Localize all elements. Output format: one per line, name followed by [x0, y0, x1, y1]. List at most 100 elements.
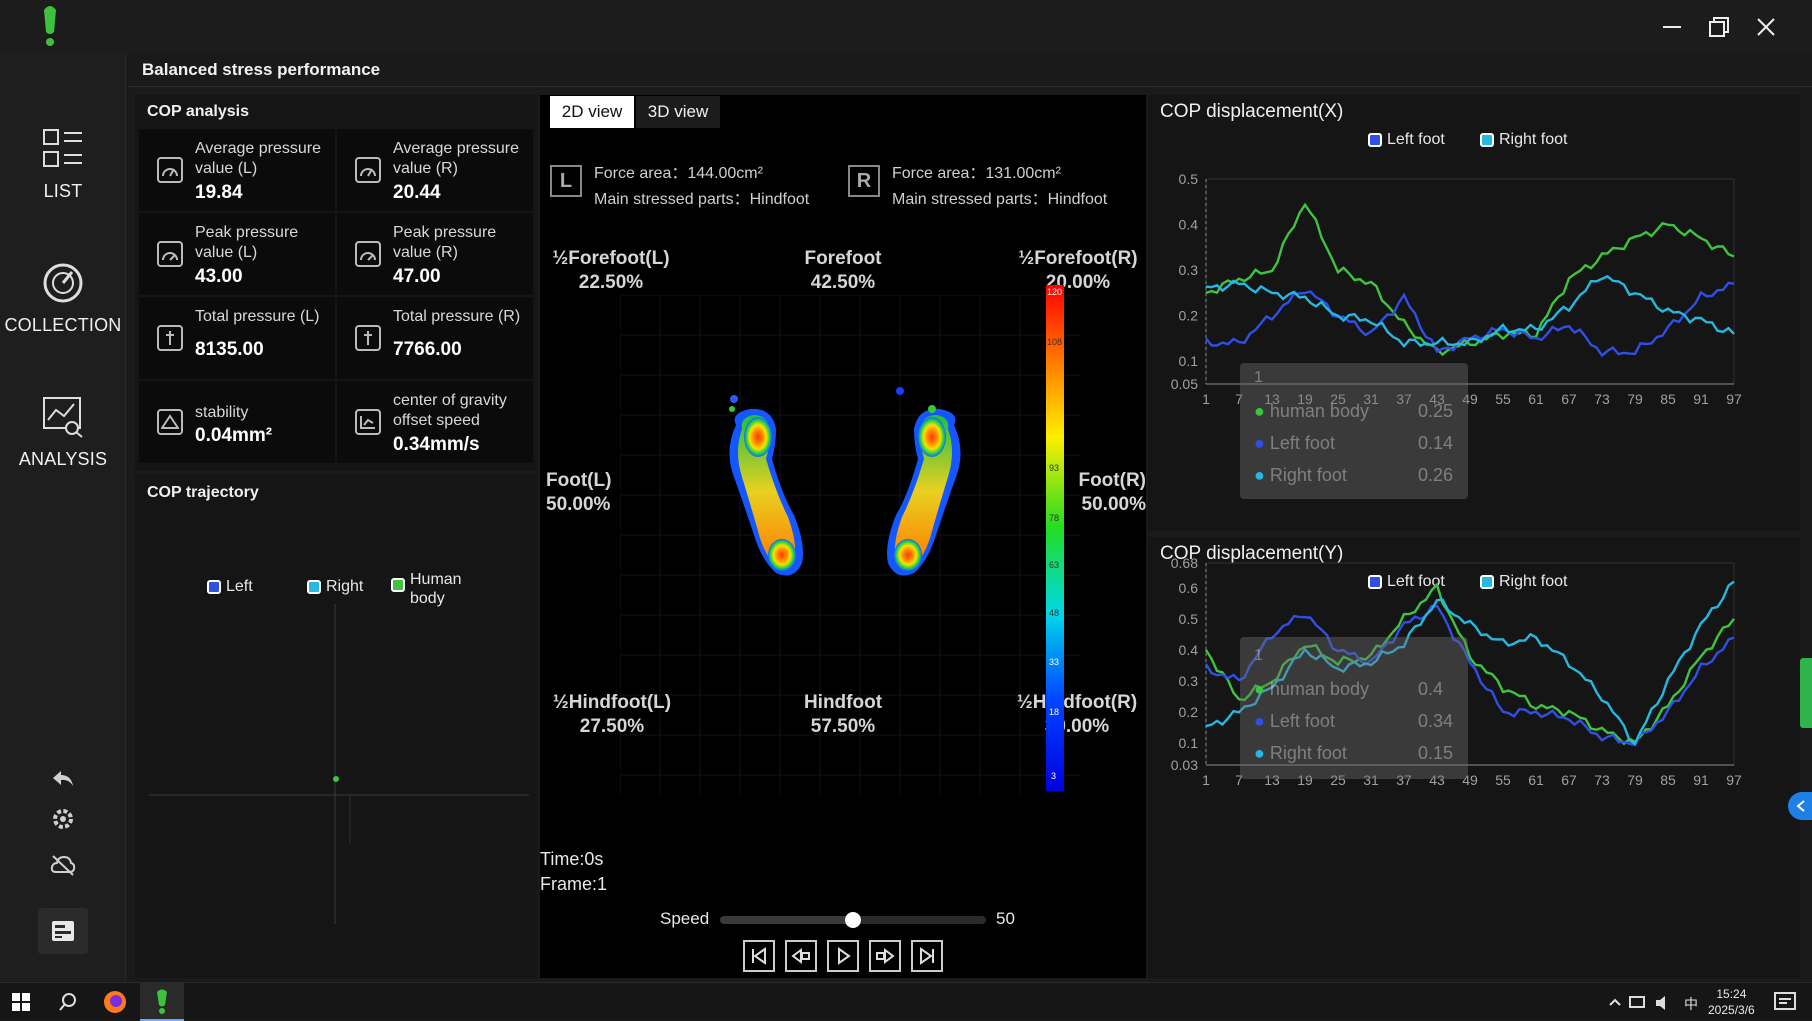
left-force-area: Force area：144.00cm²	[594, 165, 763, 182]
tooltip-row-value: 0.4	[1418, 679, 1444, 699]
metric-avg-pressure-r: Average pressure value (R) 20.44	[337, 129, 533, 211]
notification-icon[interactable]	[1774, 992, 1796, 1017]
tab-3d-view[interactable]: 3D view	[636, 96, 720, 128]
metric-value: 43.00	[195, 266, 243, 287]
tooltip-row-name: Left foot	[1269, 433, 1335, 453]
taskbar-app-button[interactable]	[140, 983, 184, 1021]
skip-to-end-button[interactable]	[911, 940, 943, 972]
windows-start-icon[interactable]	[12, 993, 30, 1016]
y-tick-label: 0.5	[1179, 171, 1199, 187]
metric-label: center of gravity offset speed	[393, 392, 507, 429]
tab-2d-view[interactable]: 2D view	[550, 96, 634, 128]
tooltip-row-name: Left foot	[1269, 711, 1335, 731]
header-divider	[128, 86, 1812, 87]
speed-value: 50	[996, 909, 1015, 928]
close-button[interactable]	[1746, 10, 1786, 44]
nav-analysis[interactable]: ANALYSIS	[0, 396, 126, 470]
colorbar-tick: 3	[1051, 771, 1057, 781]
nav-collection-label: COLLECTION	[4, 315, 122, 335]
cloud-off-icon[interactable]	[48, 850, 78, 880]
tray-icons[interactable]: 中	[1608, 993, 1708, 1013]
tooltip-dot: ●	[1254, 711, 1265, 731]
metric-value: 7766.00	[393, 339, 462, 360]
x-tick-label: 85	[1660, 772, 1676, 788]
tooltip-dot: ●	[1254, 679, 1265, 699]
time-readout: Time:0s	[540, 849, 604, 869]
play-button[interactable]	[827, 940, 859, 972]
tooltip-row-name: human body	[1269, 679, 1369, 699]
colorbar-tick: 18	[1049, 707, 1060, 717]
nav-list-label: LIST	[43, 181, 83, 201]
metric-total-pressure-r: Total pressure (R) 7766.00	[337, 297, 533, 379]
cop-trajectory-panel: COP trajectory Left Right Human body	[135, 474, 537, 978]
x-tick-label: 79	[1627, 391, 1643, 407]
zone-foot-r: Foot(R) 50.00%	[1066, 469, 1146, 517]
colorbar-tick: 93	[1049, 463, 1060, 473]
zone-value: 50.00%	[546, 494, 611, 515]
legend-right[interactable]: Right	[307, 578, 363, 596]
side-scroll-indicator[interactable]	[1800, 658, 1812, 728]
metric-peak-pressure-l: Peak pressure value (L) 43.00	[139, 213, 335, 295]
x-tick-label: 97	[1726, 772, 1742, 788]
firefox-icon[interactable]	[103, 990, 127, 1019]
list-icon	[43, 129, 82, 167]
speed-slider[interactable]	[720, 912, 986, 928]
x-tick-label: 73	[1594, 772, 1610, 788]
zone-label: Hindfoot	[803, 692, 883, 713]
weight-icon	[355, 325, 381, 351]
x-tick-label: 61	[1528, 772, 1544, 788]
playback-status: Time:0s Frame:1	[540, 847, 607, 897]
speed-slider-handle[interactable]	[845, 912, 861, 928]
legend-left[interactable]: Left	[207, 578, 253, 596]
right-foot-badge: R	[848, 165, 880, 197]
tooltip-index: 1	[1254, 647, 1263, 664]
metric-value: 20.44	[393, 182, 441, 203]
tooltip-row-name: Right foot	[1269, 465, 1347, 485]
svg-text:中: 中	[1684, 997, 1698, 1013]
expand-panel-button[interactable]	[1788, 792, 1812, 820]
legend-label: Human body	[410, 571, 462, 607]
report-button[interactable]	[38, 908, 88, 954]
legend-swatch	[391, 578, 405, 592]
nav-collection[interactable]: COLLECTION	[0, 262, 126, 336]
zone-label: Foot(L)	[546, 470, 612, 491]
x-tick-label: 73	[1594, 391, 1610, 407]
taskbar-clock[interactable]: 15:24 2025/3/6	[1708, 986, 1755, 1018]
tooltip-row: ● Right foot 0.15	[1254, 743, 1453, 764]
tooltip-index: 1	[1254, 369, 1263, 386]
gauge-icon	[355, 157, 381, 183]
chevron-left-icon	[1796, 800, 1805, 812]
metric-label: Peak pressure value (L)	[195, 224, 299, 261]
right-footprint	[887, 387, 961, 576]
nav-list[interactable]: LIST	[0, 128, 126, 202]
tooltip-dot: ●	[1254, 401, 1265, 421]
skip-to-start-button[interactable]	[743, 940, 775, 972]
play-icon	[838, 947, 851, 965]
tooltip-row: ● Left foot 0.34	[1254, 711, 1453, 732]
skip-end-icon	[920, 947, 934, 965]
colorbar-tick: 78	[1049, 513, 1060, 523]
series-line-human-body	[1205, 202, 1735, 357]
taskbar-search-icon[interactable]	[58, 992, 78, 1017]
metric-label: Peak pressure value (R)	[393, 224, 497, 261]
cop-displacement-x-panel: COP displacement(X) Left foot Right foot…	[1148, 95, 1800, 531]
metric-label: Average pressure value (R)	[393, 140, 519, 177]
settings-gear-icon[interactable]	[48, 804, 78, 834]
zone-value: 50.00%	[1081, 494, 1146, 515]
legend-human-body[interactable]: Human body	[391, 570, 470, 608]
zone-value: 42.50%	[810, 272, 876, 293]
metric-peak-pressure-r: Peak pressure value (R) 47.00	[337, 213, 533, 295]
step-back-button[interactable]	[785, 940, 817, 972]
tooltip-dot: ●	[1254, 433, 1265, 453]
back-icon[interactable]	[48, 764, 78, 794]
step-forward-button[interactable]	[869, 940, 901, 972]
x-tick-label: 61	[1528, 391, 1544, 407]
legend-label: Left	[226, 578, 253, 595]
restore-button[interactable]	[1699, 10, 1739, 44]
taskbar: 中 15:24 2025/3/6	[0, 982, 1812, 1021]
colorbar-ticks: 120 108 93 78 63 48 33 18 3	[1044, 285, 1068, 791]
zone-label: ½Forefoot(R)	[1018, 248, 1138, 269]
y-tick-label: 0.6	[1179, 580, 1199, 596]
x-tick-label: 1	[1202, 391, 1210, 407]
minimize-button[interactable]	[1652, 10, 1692, 44]
